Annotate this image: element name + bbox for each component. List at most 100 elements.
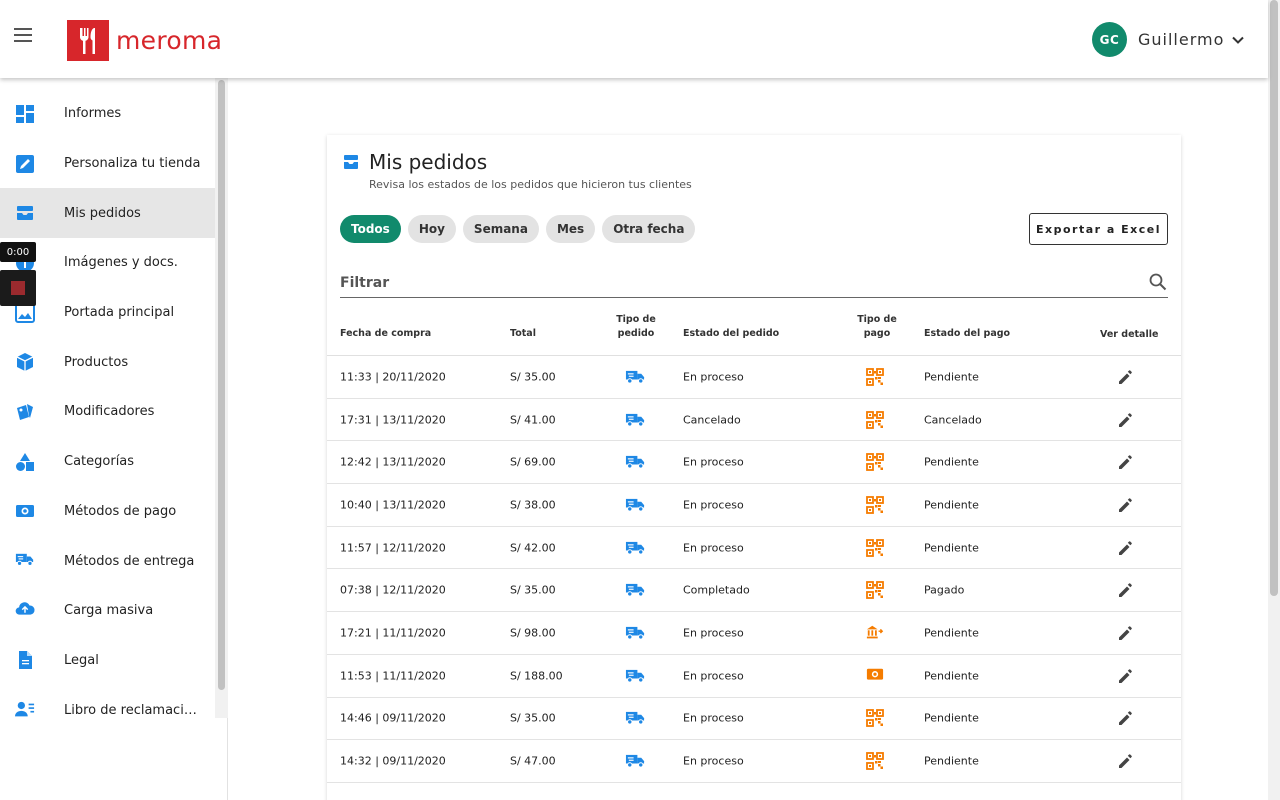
cube-icon xyxy=(15,352,35,372)
qr-code-icon xyxy=(866,367,884,386)
user-menu[interactable]: GC Guillermo xyxy=(1092,22,1246,57)
table-row[interactable]: 17:21 | 11/11/2020 S/ 98.00 En proceso P… xyxy=(327,612,1181,655)
person-list-icon xyxy=(15,700,35,720)
chip-otra-fecha[interactable]: Otra fecha xyxy=(602,215,696,243)
table-row[interactable]: 11:53 | 11/11/2020 S/ 188.00 En proceso … xyxy=(327,655,1181,698)
payment-status: Pendiente xyxy=(924,498,979,512)
pencil-icon[interactable] xyxy=(1116,410,1136,430)
top-app-bar: meroma GC Guillermo xyxy=(0,0,1268,78)
pencil-icon[interactable] xyxy=(1116,367,1136,387)
order-date: 11:53 | 11/11/2020 xyxy=(340,669,446,683)
order-status: Cancelado xyxy=(683,413,741,427)
inbox-tray-icon xyxy=(344,155,358,169)
delivery-truck-icon xyxy=(15,551,35,571)
export-excel-button[interactable]: Exportar a Excel xyxy=(1029,213,1168,245)
shapes-icon xyxy=(15,452,35,472)
sidebar-item-metodos-de-pago[interactable]: Métodos de pago xyxy=(0,487,215,537)
sidebar-item-metodos-de-entrega[interactable]: Métodos de entrega xyxy=(0,536,215,586)
pencil-icon[interactable] xyxy=(1116,708,1136,728)
sidebar-item-label: Categorías xyxy=(64,454,135,470)
date-filter-chips: Todos Hoy Semana Mes Otra fecha xyxy=(340,215,702,243)
order-status: En proceso xyxy=(683,754,744,768)
table-row[interactable]: 10:40 | 13/11/2020 S/ 38.00 En proceso P… xyxy=(327,484,1181,527)
sidebar-item-label: Informes xyxy=(64,106,122,122)
brand-logo[interactable]: meroma xyxy=(67,20,222,61)
order-total: S/ 35.00 xyxy=(510,370,556,384)
tags-icon xyxy=(15,402,35,422)
column-header-tipo-pago: Tipo de pago xyxy=(857,314,897,339)
pencil-icon[interactable] xyxy=(1116,666,1136,686)
column-header-fecha: Fecha de compra xyxy=(340,328,432,339)
recording-timer: 0:00 xyxy=(0,242,36,262)
table-row[interactable]: 11:57 | 12/11/2020 S/ 42.00 En proceso P… xyxy=(327,527,1181,570)
column-header-estado-pago: Estado del pago xyxy=(924,328,1011,339)
delivery-truck-icon xyxy=(625,582,646,598)
delivery-truck-icon xyxy=(625,668,646,684)
sidebar-item-label: Libro de reclamaciones xyxy=(64,702,204,718)
pencil-icon[interactable] xyxy=(1116,538,1136,558)
table-row[interactable]: 14:46 | 09/11/2020 S/ 35.00 En proceso P… xyxy=(327,698,1181,741)
column-header-tipo-pedido: Tipo de pedido xyxy=(616,314,656,339)
sidebar-scrollbar[interactable] xyxy=(215,78,228,718)
sidebar-item-modificadores[interactable]: Modificadores xyxy=(0,387,215,437)
pencil-icon[interactable] xyxy=(1116,751,1136,771)
chip-todos[interactable]: Todos xyxy=(340,215,401,243)
chevron-down-icon xyxy=(1232,36,1245,44)
table-row[interactable]: 17:31 | 13/11/2020 S/ 41.00 Cancelado Ca… xyxy=(327,399,1181,442)
stop-recording-button[interactable] xyxy=(0,270,36,306)
sidebar-item-categorias[interactable]: Categorías xyxy=(0,437,215,487)
payment-status: Pendiente xyxy=(924,711,979,725)
cash-icon xyxy=(15,501,35,521)
payment-status: Pendiente xyxy=(924,669,979,683)
chip-mes[interactable]: Mes xyxy=(545,215,596,243)
delivery-truck-icon xyxy=(625,753,646,769)
order-status: En proceso xyxy=(683,669,744,683)
column-header-detalle: Ver detalle xyxy=(1100,329,1159,340)
sidebar-item-legal[interactable]: Legal xyxy=(0,636,215,686)
table-row[interactable]: 11:33 | 20/11/2020 S/ 35.00 En proceso P… xyxy=(327,356,1181,399)
pencil-icon[interactable] xyxy=(1116,623,1136,643)
page-scrollbar[interactable] xyxy=(1268,0,1280,800)
avatar: GC xyxy=(1092,22,1127,57)
qr-code-icon xyxy=(866,538,884,557)
sidebar-item-carga-masiva[interactable]: Carga masiva xyxy=(0,586,215,636)
order-total: S/ 188.00 xyxy=(510,669,563,683)
hamburger-menu-icon[interactable] xyxy=(14,28,36,48)
pencil-icon[interactable] xyxy=(1116,580,1136,600)
order-total: S/ 42.00 xyxy=(510,541,556,555)
sidebar-item-label: Métodos de pago xyxy=(64,503,177,519)
sidebar-item-informes[interactable]: Informes xyxy=(0,89,215,139)
order-total: S/ 98.00 xyxy=(510,626,556,640)
sidebar-item-label: Imágenes y docs. xyxy=(64,255,178,271)
sidebar-item-mis-pedidos[interactable]: Mis pedidos xyxy=(0,188,215,239)
table-row[interactable]: 12:42 | 13/11/2020 S/ 69.00 En proceso P… xyxy=(327,441,1181,485)
payment-status: Pendiente xyxy=(924,455,979,469)
chip-semana[interactable]: Semana xyxy=(462,215,539,243)
payment-status: Pendiente xyxy=(924,754,979,768)
pencil-icon[interactable] xyxy=(1116,495,1136,515)
order-date: 11:33 | 20/11/2020 xyxy=(340,370,446,384)
delivery-truck-icon xyxy=(625,497,646,513)
sidebar-item-personaliza-tu-tienda[interactable]: Personaliza tu tienda xyxy=(0,139,215,189)
sidebar: Informes Personaliza tu tienda Mis pedid… xyxy=(0,78,228,800)
order-status: En proceso xyxy=(683,370,744,384)
pencil-icon[interactable] xyxy=(1116,452,1136,472)
user-name: Guillermo xyxy=(1138,30,1225,49)
cash-icon xyxy=(866,667,884,685)
sidebar-item-label: Mis pedidos xyxy=(64,205,141,221)
sidebar-item-libro-de-reclamaciones[interactable]: Libro de reclamaciones xyxy=(0,685,215,735)
chip-hoy[interactable]: Hoy xyxy=(407,215,456,243)
order-date: 12:42 | 13/11/2020 xyxy=(340,455,446,469)
filter-input[interactable] xyxy=(340,270,1130,296)
page-subtitle: Revisa los estados de los pedidos que hi… xyxy=(369,178,692,191)
table-header: Fecha de compra Total Tipo de pedido Est… xyxy=(327,311,1181,356)
qr-code-icon xyxy=(866,453,884,472)
search-icon[interactable] xyxy=(1148,272,1168,292)
document-icon xyxy=(15,650,35,670)
table-row[interactable]: 07:38 | 12/11/2020 S/ 35.00 Completado P… xyxy=(327,569,1181,613)
sidebar-item-productos[interactable]: Productos xyxy=(0,337,215,387)
order-total: S/ 35.00 xyxy=(510,583,556,597)
delivery-truck-icon xyxy=(625,625,646,641)
table-row[interactable]: 14:32 | 09/11/2020 S/ 47.00 En proceso P… xyxy=(327,740,1181,783)
order-date: 10:40 | 13/11/2020 xyxy=(340,498,446,512)
